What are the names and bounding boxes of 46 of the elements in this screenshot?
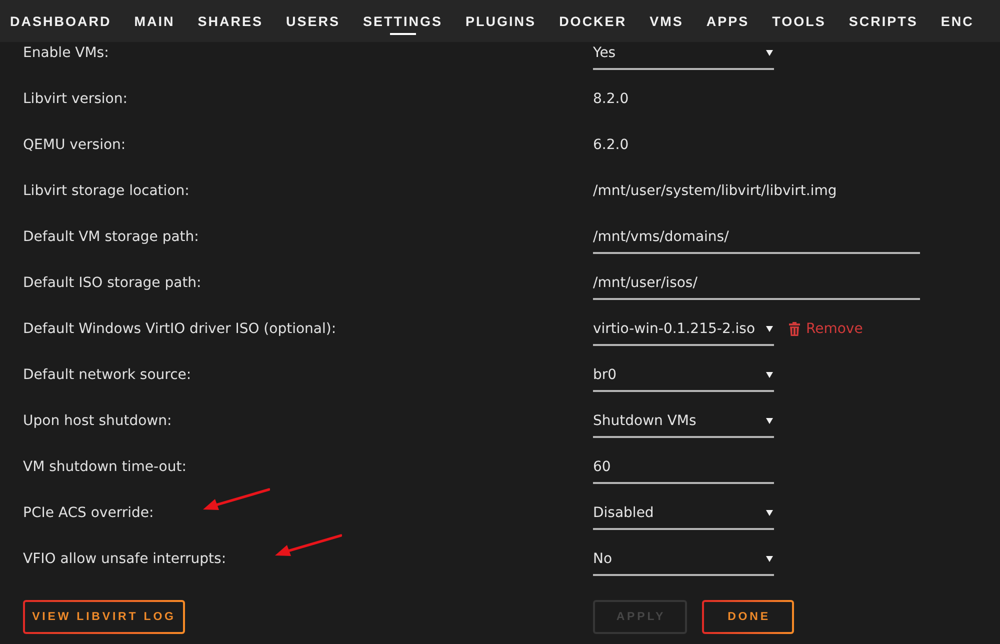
input-field[interactable]: /mnt/user/isos/ (593, 272, 920, 300)
setting-label: Default Windows VirtIO driver ISO (optional): (23, 320, 336, 339)
nav-tab[interactable]: DASHBOARD (10, 0, 112, 42)
caret-icon (766, 556, 773, 562)
select-field[interactable]: Shutdown VMs (593, 410, 774, 438)
setting-label: Default network source: (23, 366, 192, 385)
nav-tab[interactable]: PLUGINS (466, 0, 536, 42)
setting-label: VM shutdown time-out: (23, 458, 186, 477)
trash-icon (789, 322, 800, 336)
setting-label: QEMU version: (23, 136, 126, 155)
action-button[interactable]: DONE (702, 600, 794, 634)
caret-icon (766, 418, 773, 424)
setting-label: Enable VMs: (23, 44, 109, 63)
nav-tab[interactable]: SHARES (198, 0, 264, 42)
nav-tab[interactable]: MAIN (134, 0, 175, 42)
select-field[interactable]: Yes (593, 42, 774, 70)
select-field[interactable]: No (593, 548, 774, 576)
setting-label: Upon host shutdown: (23, 412, 172, 431)
input-field[interactable]: 60 (593, 456, 774, 484)
caret-icon (766, 326, 773, 332)
setting-value: 6.2.0 (593, 136, 629, 155)
select-field[interactable]: virtio-win-0.1.215-2.iso (593, 318, 774, 346)
caret-icon (766, 510, 773, 516)
caret-icon (766, 50, 773, 56)
caret-icon (766, 372, 773, 378)
input-field[interactable]: /mnt/vms/domains/ (593, 226, 920, 254)
setting-label: Libvirt storage location: (23, 182, 190, 201)
nav-tab[interactable]: ENC (940, 0, 974, 42)
setting-value: /mnt/user/system/libvirt/libvirt.img (593, 182, 837, 201)
setting-label: Default ISO storage path: (23, 274, 202, 293)
setting-label: PCIe ACS override: (23, 504, 154, 523)
nav-tab[interactable]: APPS (706, 0, 750, 42)
nav-tab[interactable]: TOOLS (772, 0, 826, 42)
nav-tab[interactable]: SETTINGS (363, 0, 443, 42)
action-button[interactable]: VIEW LIBVIRT LOG (23, 600, 185, 634)
nav-tab[interactable]: DOCKER (559, 0, 627, 42)
setting-label: Default VM storage path: (23, 228, 199, 247)
select-field[interactable]: br0 (593, 364, 774, 392)
select-field[interactable]: Disabled (593, 502, 774, 530)
nav-tab[interactable]: SCRIPTS (848, 0, 918, 42)
setting-value: 8.2.0 (593, 90, 629, 109)
nav-tab[interactable]: USERS (286, 0, 340, 42)
remove-link[interactable]: Remove (789, 318, 863, 340)
setting-label: Libvirt version: (23, 90, 128, 109)
setting-label: VFIO allow unsafe interrupts: (23, 550, 226, 569)
nav-tab[interactable]: VMS (650, 0, 684, 42)
